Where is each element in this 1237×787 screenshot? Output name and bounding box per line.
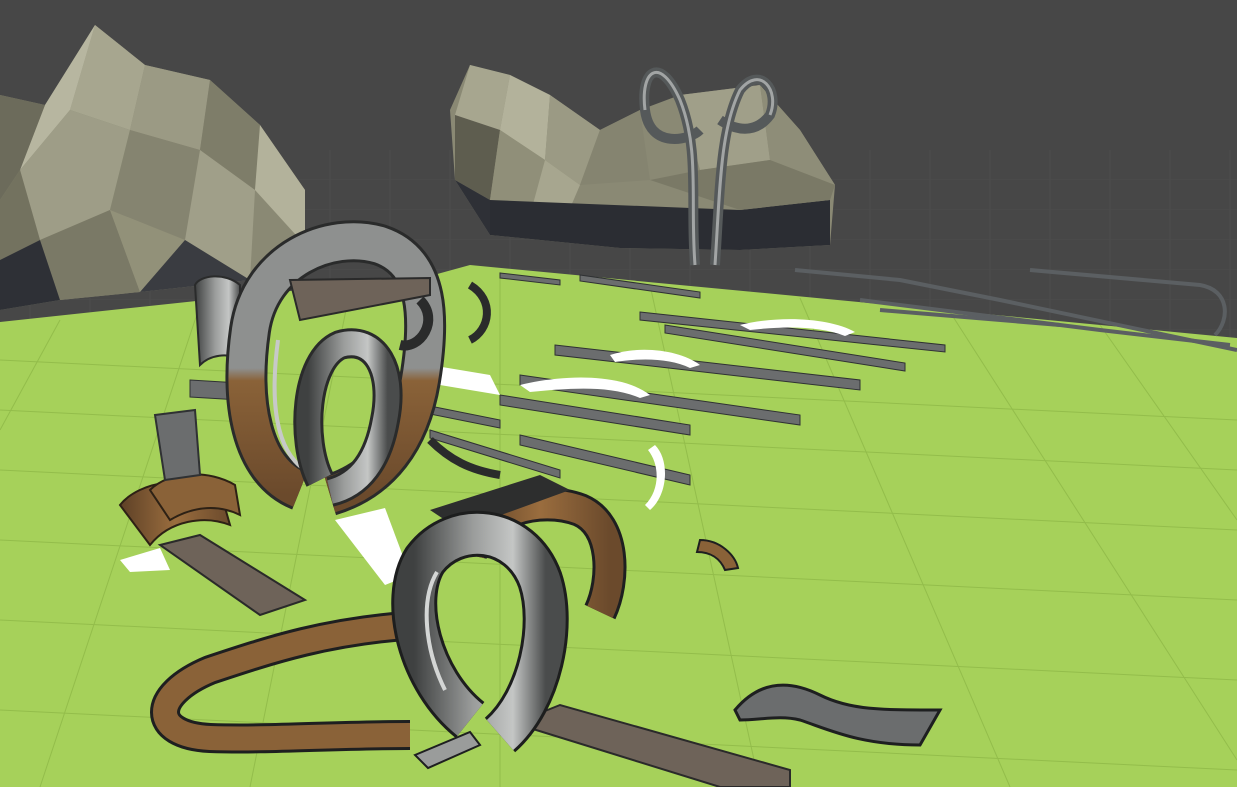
game-viewport[interactable] [0, 0, 1237, 787]
track-builder-scene[interactable] [0, 0, 1237, 787]
ground-plane[interactable] [0, 265, 1237, 787]
